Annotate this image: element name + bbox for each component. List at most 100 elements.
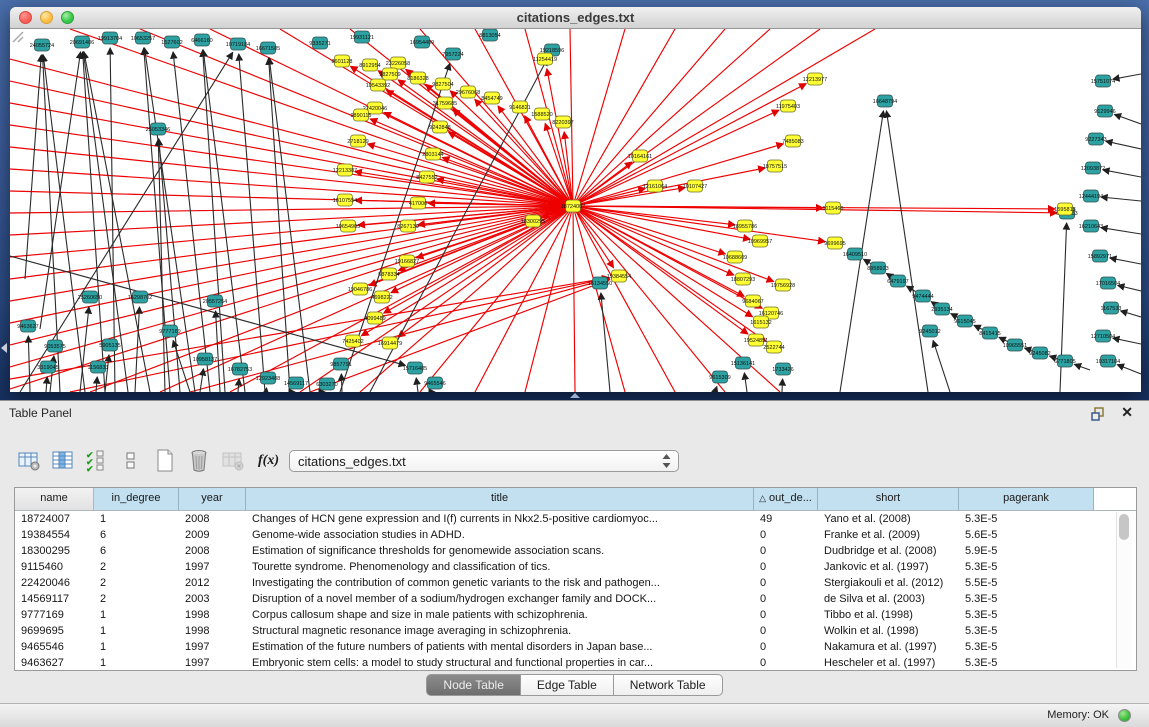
column-visibility-icon[interactable] <box>50 448 76 474</box>
network-canvas[interactable]: 2405572420691406199137041065325715276026… <box>10 29 1141 392</box>
network-node[interactable]: 2522744 <box>763 341 784 353</box>
network-node[interactable]: 8601128 <box>331 55 352 67</box>
table-row[interactable]: 2242004622012Investigating the contribut… <box>15 575 1136 591</box>
network-node[interactable]: 9890115 <box>350 109 371 121</box>
network-node[interactable]: 8186328 <box>407 72 428 84</box>
network-node[interactable]: 8427552 <box>416 171 437 183</box>
network-node[interactable]: 16954409 <box>410 36 434 48</box>
close-panel-icon[interactable]: ✕ <box>1121 404 1133 421</box>
network-node[interactable]: 15751074 <box>1091 75 1115 87</box>
table-row[interactable]: 1938455462009Genome-wide association stu… <box>15 527 1136 543</box>
network-node[interactable]: 24055724 <box>30 39 54 51</box>
zoom-window-icon[interactable] <box>61 11 74 24</box>
network-node[interactable]: 19756928 <box>771 279 795 291</box>
column-select-icon[interactable]: ✔✔✔ <box>84 448 110 474</box>
splitter-handle[interactable] <box>570 393 580 398</box>
tab-edge-table[interactable]: Edge Table <box>521 674 614 696</box>
tab-network-table[interactable]: Network Table <box>614 674 723 696</box>
network-node[interactable]: 7957224 <box>442 48 463 60</box>
network-node[interactable]: 9335271 <box>309 37 330 49</box>
network-node[interactable]: 20691406 <box>70 36 94 48</box>
float-panel-icon[interactable] <box>1091 407 1107 421</box>
network-node[interactable]: 5878334 <box>378 268 399 280</box>
network-node[interactable]: 8220397 <box>552 116 573 128</box>
network-node[interactable]: 17016504 <box>1096 277 1120 289</box>
network-node[interactable]: 9699695 <box>824 237 845 249</box>
network-node[interactable]: 29676068 <box>456 86 480 98</box>
network-node[interactable]: 9129946 <box>1094 105 1115 117</box>
network-node[interactable]: 8454749 <box>481 92 502 104</box>
network-node[interactable]: 1156833 <box>87 361 108 373</box>
window-resize-grip[interactable] <box>10 29 24 43</box>
column-header-title[interactable]: title <box>246 488 754 510</box>
network-node[interactable]: 23226058 <box>386 57 410 69</box>
network-node[interactable]: 3319045 <box>37 361 58 373</box>
network-node[interactable]: 19931121 <box>350 31 374 43</box>
network-node[interactable]: 8912954 <box>359 59 380 71</box>
network-node[interactable]: 15298702 <box>128 291 152 303</box>
network-node[interactable]: 9465546 <box>424 377 445 389</box>
network-node[interactable]: 10719184 <box>226 38 250 50</box>
network-node[interactable]: 9857791 <box>330 358 351 370</box>
network-node[interactable]: 417006 <box>409 197 427 209</box>
table-row[interactable]: 946554611997Estimation of the future num… <box>15 639 1136 655</box>
table-row[interactable]: 977716911998Corpus callosum shape and si… <box>15 607 1136 623</box>
network-node[interactable]: 12213977 <box>803 73 827 85</box>
network-node[interactable]: 12710504 <box>1091 330 1115 342</box>
network-node[interactable]: 9146821 <box>509 101 530 113</box>
network-node[interactable]: 6479197 <box>887 275 908 287</box>
table-row[interactable]: 911546021997Tourette syndrome. Phenomeno… <box>15 559 1136 575</box>
create-table-icon[interactable] <box>152 448 178 474</box>
network-node[interactable]: 1595813 <box>1054 203 1075 215</box>
network-node[interactable]: 9053575 <box>44 340 65 352</box>
column-header-out-de-[interactable]: △out_de... <box>754 488 818 510</box>
network-node[interactable]: 15716485 <box>403 362 427 374</box>
table-row[interactable]: 969969511998Structural magnetic resonanc… <box>15 623 1136 639</box>
network-node[interactable]: 18107554 <box>333 194 357 206</box>
table-row[interactable]: 946362711997Embryonic stem cells: a mode… <box>15 655 1136 671</box>
tab-node-table[interactable]: Node Table <box>426 674 521 696</box>
network-node[interactable]: 9474444 <box>912 290 933 302</box>
network-node[interactable]: 12161064 <box>643 180 667 192</box>
network-node[interactable]: 1588520 <box>531 108 552 120</box>
network-node[interactable]: 9242848 <box>429 121 450 133</box>
network-node[interactable]: 9463627 <box>17 320 38 332</box>
network-node[interactable]: 10969957 <box>748 235 772 247</box>
network-node[interactable]: 1167533 <box>1100 302 1121 314</box>
table-row[interactable]: 1456911722003Disruption of a novel membe… <box>15 591 1136 607</box>
network-node[interactable]: 1615132 <box>750 316 771 328</box>
import-table-icon[interactable] <box>220 448 246 474</box>
network-node[interactable]: 8415415 <box>979 327 1000 339</box>
network-node[interactable]: 16671585 <box>256 42 280 54</box>
network-node[interactable]: 6771805 <box>1054 355 1075 367</box>
network-node[interactable]: 19913704 <box>98 32 122 44</box>
network-node[interactable]: 12093872 <box>1081 162 1105 174</box>
network-node[interactable]: 9615309 <box>709 371 730 383</box>
network-node[interactable]: 4698222 <box>371 291 392 303</box>
network-node[interactable]: 7425402 <box>342 335 363 347</box>
network-node[interactable]: 5905135 <box>99 339 120 351</box>
network-node[interactable]: 10958137 <box>193 353 217 365</box>
network-node[interactable]: 10688609 <box>723 251 747 263</box>
function-builder-icon[interactable]: f(x) <box>258 453 279 469</box>
network-node[interactable]: 8813054 <box>479 29 500 41</box>
table-selector-dropdown[interactable]: citations_edges.txt <box>289 450 679 472</box>
network-node[interactable]: 11975403 <box>776 100 800 112</box>
network-node[interactable]: 9227343 <box>1085 133 1106 145</box>
network-node[interactable]: 9827504 <box>432 78 453 90</box>
network-node[interactable]: 9615045 <box>954 315 975 327</box>
network-node[interactable]: 18807293 <box>731 273 755 285</box>
network-node[interactable]: 4099489 <box>364 312 385 324</box>
network-node[interactable]: 6466160 <box>191 34 212 46</box>
network-node[interactable]: 16409510 <box>843 248 867 260</box>
column-header-pagerank[interactable]: pagerank <box>959 488 1094 510</box>
column-header-year[interactable]: year <box>179 488 246 510</box>
table-row[interactable]: 1872400712008Changes of HCN gene express… <box>15 511 1136 527</box>
network-node[interactable]: 9684067 <box>742 295 763 307</box>
column-header-name[interactable]: name <box>15 488 94 510</box>
network-node[interactable]: 2803144 <box>422 148 443 160</box>
network-node[interactable]: 19654903 <box>336 220 360 232</box>
table-options-icon[interactable] <box>16 448 42 474</box>
network-node[interactable]: 15892971 <box>1088 250 1112 262</box>
network-node[interactable]: 12444194 <box>1079 190 1103 202</box>
